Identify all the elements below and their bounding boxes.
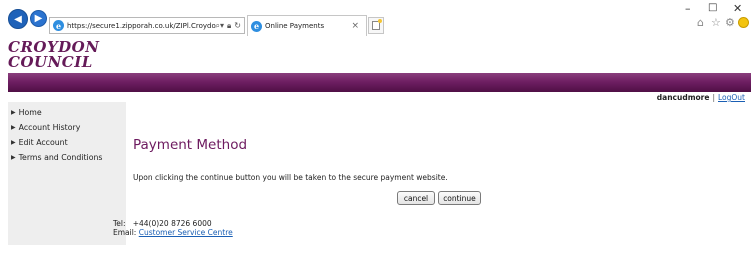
search-icon[interactable]: ⌕▾: [216, 21, 225, 31]
address-bar[interactable]: e https://secure1.zipporah.co.uk/ZIPl.Cr…: [49, 17, 245, 34]
logout-link[interactable]: LogOut: [718, 93, 745, 102]
sidebar-item-label: Terms and Conditions: [18, 153, 103, 162]
croydon-council-logo[interactable]: CROYDON COUNCIL: [8, 40, 99, 70]
sidebar: ▶ Home ▶ Account History ▶ Edit Account …: [8, 102, 126, 245]
header-band: [8, 73, 751, 92]
arrow-right-icon: ▶: [34, 13, 43, 24]
email-label: Email:: [113, 228, 137, 237]
sidebar-item-account-history[interactable]: ▶ Account History: [8, 120, 126, 135]
tel-label: Tel:: [113, 219, 126, 228]
username: dancudmore: [656, 93, 710, 102]
close-window-button[interactable]: ✕: [733, 2, 742, 15]
sidebar-item-terms[interactable]: ▶ Terms and Conditions: [8, 150, 126, 165]
new-tab-button[interactable]: [368, 17, 384, 34]
cancel-button[interactable]: cancel: [397, 191, 435, 205]
lock-icon[interactable]: 🔒︎: [227, 21, 231, 31]
maximize-button[interactable]: □: [708, 2, 717, 13]
contact-info: Tel: +44(0)20 8726 6000 Email: Customer …: [113, 219, 233, 237]
feedback-smiley-icon[interactable]: [738, 17, 749, 28]
payment-notice: Upon clicking the continue button you wi…: [133, 173, 448, 182]
ie-logo-icon: e: [53, 20, 64, 31]
home-icon[interactable]: ⌂: [697, 16, 704, 29]
url-text[interactable]: https://secure1.zipporah.co.uk/ZIPl.Croy…: [67, 22, 216, 30]
sidebar-item-home[interactable]: ▶ Home: [8, 105, 126, 120]
sidebar-item-label: Account History: [18, 123, 81, 132]
sidebar-item-label: Edit Account: [18, 138, 68, 147]
new-tab-icon: [372, 19, 382, 30]
tab-title: Online Payments: [265, 22, 325, 30]
triangle-right-icon: ▶: [11, 154, 16, 161]
triangle-right-icon: ▶: [11, 109, 16, 116]
logo-line-2: COUNCIL: [8, 53, 93, 71]
sidebar-item-label: Home: [18, 108, 42, 117]
tel-value: +44(0)20 8726 6000: [132, 219, 212, 228]
favorites-star-icon[interactable]: ☆: [711, 16, 721, 29]
separator: |: [712, 93, 715, 102]
tab-favicon-icon: e: [251, 20, 262, 32]
email-row: Email: Customer Service Centre: [113, 228, 233, 237]
continue-button[interactable]: continue: [438, 191, 481, 205]
tab-close-icon[interactable]: ×: [351, 21, 359, 31]
forward-button[interactable]: ▶: [30, 10, 47, 27]
refresh-icon[interactable]: ↻: [234, 21, 241, 30]
triangle-right-icon: ▶: [11, 124, 16, 131]
triangle-right-icon: ▶: [11, 139, 16, 146]
tel-row: Tel: +44(0)20 8726 6000: [113, 219, 233, 228]
arrow-left-icon: ◀: [14, 13, 22, 25]
minimize-button[interactable]: –: [685, 2, 691, 15]
email-link[interactable]: Customer Service Centre: [139, 228, 233, 237]
browser-tab[interactable]: e Online Payments ×: [247, 15, 367, 36]
gear-icon[interactable]: ⚙: [725, 16, 735, 29]
user-bar: dancudmore | LogOut: [657, 93, 745, 102]
browser-chrome: ◀ ▶ e https://secure1.zipporah.co.uk/ZIP…: [0, 0, 751, 36]
page-title: Payment Method: [133, 137, 248, 153]
back-button[interactable]: ◀: [8, 9, 28, 29]
sidebar-item-edit-account[interactable]: ▶ Edit Account: [8, 135, 126, 150]
